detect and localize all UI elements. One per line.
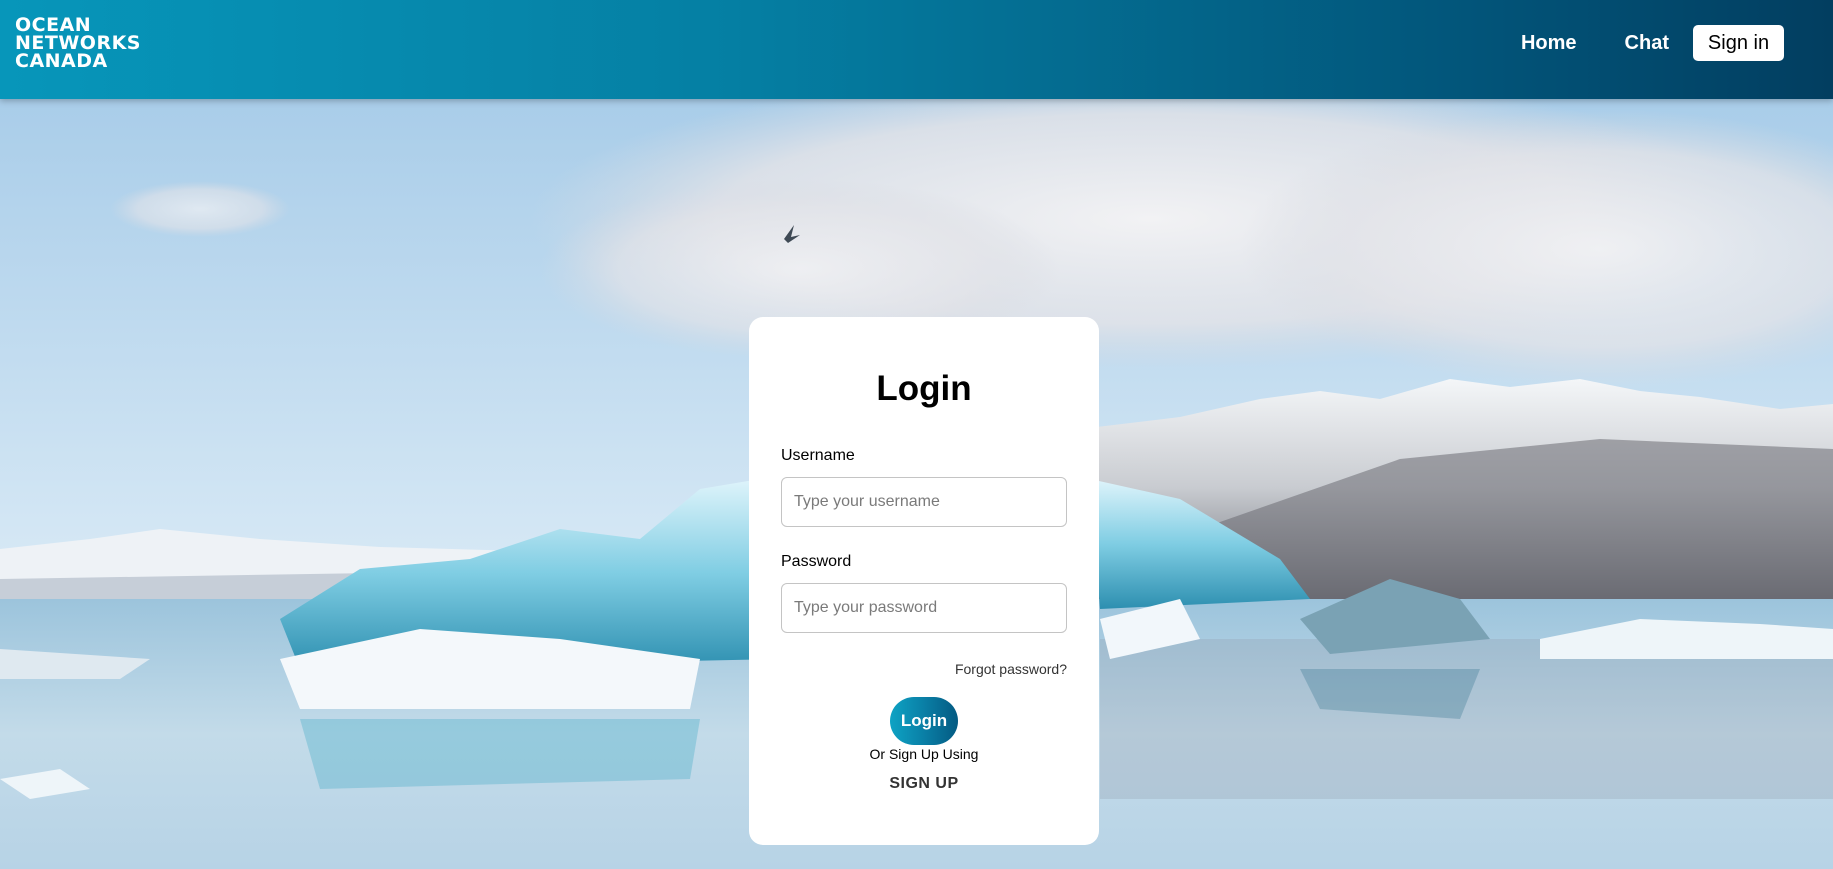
login-title: Login	[876, 369, 972, 408]
forgot-password-link[interactable]: Forgot password?	[955, 661, 1067, 677]
sign-up-link[interactable]: SIGN UP	[749, 775, 1099, 793]
login-button[interactable]: Login	[890, 697, 958, 745]
login-card: Login Username Password Forgot password?…	[749, 317, 1099, 845]
sign-in-button[interactable]: Sign in	[1693, 25, 1784, 61]
ocean-networks-canada-logo[interactable]: OCEAN NETWORKS CANADA	[15, 16, 141, 72]
username-input[interactable]	[781, 477, 1067, 527]
logo-line-3: CANADA	[15, 50, 108, 72]
password-input[interactable]	[781, 583, 1067, 633]
password-label: Password	[781, 553, 852, 570]
or-sign-up-text: Or Sign Up Using	[869, 746, 979, 762]
nav-chat-link[interactable]: Chat	[1625, 25, 1669, 61]
nav-home-link[interactable]: Home	[1521, 25, 1577, 61]
top-navbar: OCEAN NETWORKS CANADA Home Chat Sign in	[0, 0, 1833, 99]
username-label: Username	[781, 447, 855, 464]
nav-links: Home Chat Sign in	[1521, 25, 1784, 61]
